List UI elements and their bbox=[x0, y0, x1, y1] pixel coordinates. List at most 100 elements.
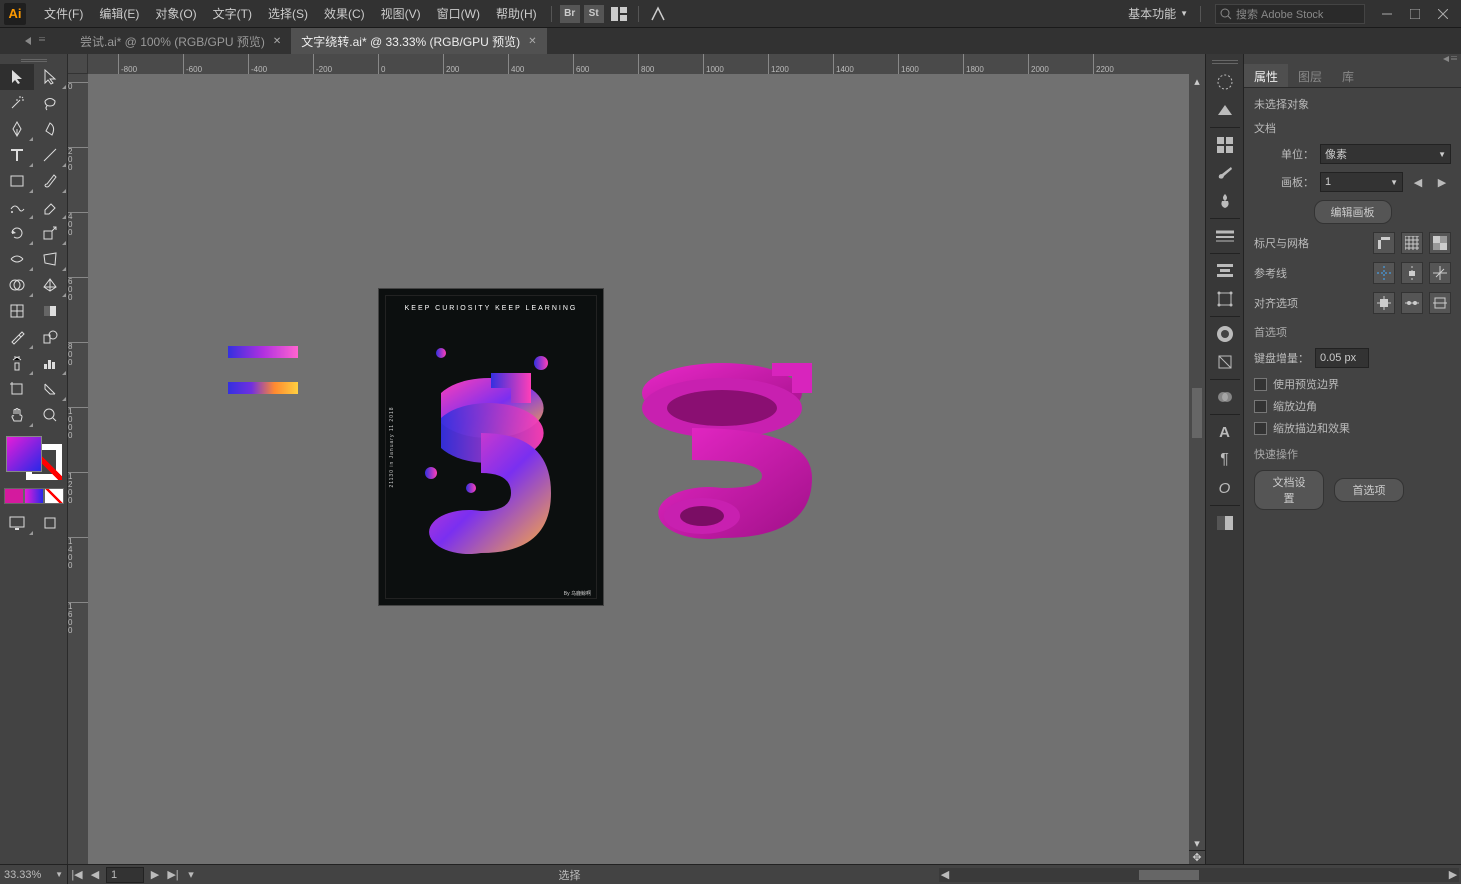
color-panel-icon[interactable] bbox=[1209, 68, 1241, 96]
magic-wand-tool[interactable] bbox=[0, 90, 34, 116]
guides-visibility[interactable] bbox=[1373, 262, 1395, 284]
brushes-panel-icon[interactable] bbox=[1209, 159, 1241, 187]
menu-type[interactable]: 文字(T) bbox=[205, 1, 260, 26]
key-increment-input[interactable] bbox=[1315, 348, 1369, 368]
tab-strip-handle[interactable] bbox=[0, 28, 70, 54]
symbol-sprayer-tool[interactable] bbox=[0, 350, 34, 376]
search-input[interactable]: 搜索 Adobe Stock bbox=[1215, 4, 1365, 24]
scale-strokes-checkbox[interactable]: 缩放描边和效果 bbox=[1254, 420, 1451, 436]
smart-guides[interactable] bbox=[1429, 262, 1451, 284]
graph-tool[interactable] bbox=[34, 350, 68, 376]
first-artboard[interactable]: |◀ bbox=[68, 867, 86, 883]
mesh-tool[interactable] bbox=[0, 298, 34, 324]
menu-select[interactable]: 选择(S) bbox=[260, 1, 316, 26]
artboard-select[interactable]: 1▼ bbox=[1320, 172, 1403, 192]
vertical-scrollbar[interactable]: ▴ ▾ ✥ bbox=[1189, 74, 1205, 864]
hand-tool[interactable] bbox=[0, 402, 34, 428]
tab-libraries[interactable]: 库 bbox=[1332, 64, 1364, 87]
width-tool[interactable] bbox=[0, 246, 34, 272]
free-transform-tool[interactable] bbox=[34, 246, 68, 272]
canvas[interactable]: KEEP CURIOSITY KEEP LEARNING 21130 in Ja… bbox=[88, 74, 1189, 864]
align-panel-icon[interactable] bbox=[1209, 257, 1241, 285]
horizontal-ruler[interactable]: -800-600-400-200020040060080010001200140… bbox=[88, 54, 1205, 74]
eyedropper-tool[interactable] bbox=[0, 324, 34, 350]
panel-grip[interactable] bbox=[1244, 54, 1461, 64]
ruler-toggle[interactable] bbox=[1373, 232, 1395, 254]
menu-effect[interactable]: 效果(C) bbox=[316, 1, 373, 26]
lasso-tool[interactable] bbox=[34, 90, 68, 116]
document-tab[interactable]: 文字绕转.ai* @ 33.33% (RGB/GPU 预览)✕ bbox=[291, 28, 546, 54]
maximize-button[interactable] bbox=[1403, 4, 1427, 24]
stock-icon[interactable]: St bbox=[584, 5, 604, 23]
prev-artboard[interactable]: ◀ bbox=[86, 867, 104, 883]
preferences-button[interactable]: 首选项 bbox=[1334, 478, 1404, 502]
scale-tool[interactable] bbox=[34, 220, 68, 246]
transparency-panel-icon[interactable] bbox=[1209, 383, 1241, 411]
slice-tool[interactable] bbox=[34, 376, 68, 402]
arrange-docs-icon[interactable] bbox=[608, 3, 630, 25]
eraser-tool[interactable] bbox=[34, 194, 68, 220]
menu-file[interactable]: 文件(F) bbox=[36, 1, 91, 26]
snap-pixel[interactable] bbox=[1373, 292, 1395, 314]
fill-stroke-swatch[interactable] bbox=[4, 434, 64, 482]
vertical-ruler[interactable]: 02004006008001000120014001600 bbox=[68, 74, 88, 864]
artboard-number-input[interactable]: 1 bbox=[106, 867, 144, 883]
minimize-button[interactable] bbox=[1375, 4, 1399, 24]
artboard[interactable]: KEEP CURIOSITY KEEP LEARNING 21130 in Ja… bbox=[378, 288, 604, 606]
color-mode[interactable] bbox=[4, 488, 24, 504]
document-tab[interactable]: 尝试.ai* @ 100% (RGB/GPU 预览)✕ bbox=[70, 28, 291, 54]
color-guide-icon[interactable] bbox=[1209, 96, 1241, 124]
panel-grip[interactable] bbox=[1212, 60, 1238, 64]
rectangle-tool[interactable] bbox=[0, 168, 34, 194]
close-icon[interactable]: ✕ bbox=[528, 36, 536, 47]
ruler-origin[interactable] bbox=[68, 54, 88, 74]
document-setup-button[interactable]: 文档设置 bbox=[1254, 470, 1324, 510]
next-artboard[interactable]: ▶ bbox=[1433, 174, 1451, 190]
swatches-panel-icon[interactable] bbox=[1209, 131, 1241, 159]
opentype-panel-icon[interactable]: O bbox=[1209, 474, 1241, 502]
curvature-tool[interactable] bbox=[34, 116, 68, 142]
edit-toolbar[interactable] bbox=[34, 510, 68, 536]
gradient-swatch[interactable] bbox=[228, 346, 298, 358]
character-panel-icon[interactable]: A bbox=[1209, 418, 1241, 446]
unit-select[interactable]: 像素▼ bbox=[1320, 144, 1451, 164]
perspective-tool[interactable] bbox=[34, 272, 68, 298]
bridge-icon[interactable]: Br bbox=[560, 5, 580, 23]
line-tool[interactable] bbox=[34, 142, 68, 168]
gradient-tool[interactable] bbox=[34, 298, 68, 324]
type-tool[interactable] bbox=[0, 142, 34, 168]
gradient-swatch[interactable] bbox=[228, 382, 298, 394]
gpu-icon[interactable] bbox=[647, 3, 669, 25]
scale-corners-checkbox[interactable]: 缩放边角 bbox=[1254, 398, 1451, 414]
transparency-grid-toggle[interactable] bbox=[1429, 232, 1451, 254]
fill-swatch[interactable] bbox=[6, 436, 42, 472]
blend-tool[interactable] bbox=[34, 324, 68, 350]
none-mode[interactable] bbox=[44, 488, 64, 504]
guides-lock[interactable] bbox=[1401, 262, 1423, 284]
zoom-tool[interactable] bbox=[34, 402, 68, 428]
gradient-panel-icon[interactable] bbox=[1209, 509, 1241, 537]
panel-grip[interactable] bbox=[0, 56, 67, 64]
menu-edit[interactable]: 编辑(E) bbox=[91, 1, 147, 26]
pen-tool[interactable] bbox=[0, 116, 34, 142]
close-icon[interactable]: ✕ bbox=[273, 36, 281, 47]
close-button[interactable] bbox=[1431, 4, 1455, 24]
symbols-panel-icon[interactable] bbox=[1209, 187, 1241, 215]
direct-selection-tool[interactable] bbox=[34, 64, 68, 90]
menu-help[interactable]: 帮助(H) bbox=[488, 1, 545, 26]
prev-artboard[interactable]: ◀ bbox=[1409, 174, 1427, 190]
stroke-panel-icon[interactable] bbox=[1209, 222, 1241, 250]
use-preview-bounds-checkbox[interactable]: 使用预览边界 bbox=[1254, 376, 1451, 392]
paintbrush-tool[interactable] bbox=[34, 168, 68, 194]
tab-properties[interactable]: 属性 bbox=[1244, 64, 1288, 87]
shaper-tool[interactable] bbox=[0, 194, 34, 220]
artboard-tool[interactable] bbox=[0, 376, 34, 402]
menu-view[interactable]: 视图(V) bbox=[373, 1, 429, 26]
tab-layers[interactable]: 图层 bbox=[1288, 64, 1332, 87]
artboard-nav-more[interactable]: ▾ bbox=[182, 867, 200, 883]
selection-tool[interactable] bbox=[0, 64, 34, 90]
edit-artboards-button[interactable]: 编辑画板 bbox=[1314, 200, 1392, 224]
screen-mode[interactable] bbox=[0, 510, 34, 536]
zoom-level[interactable]: 33.33%▼ bbox=[0, 865, 68, 884]
menu-window[interactable]: 窗口(W) bbox=[429, 1, 488, 26]
